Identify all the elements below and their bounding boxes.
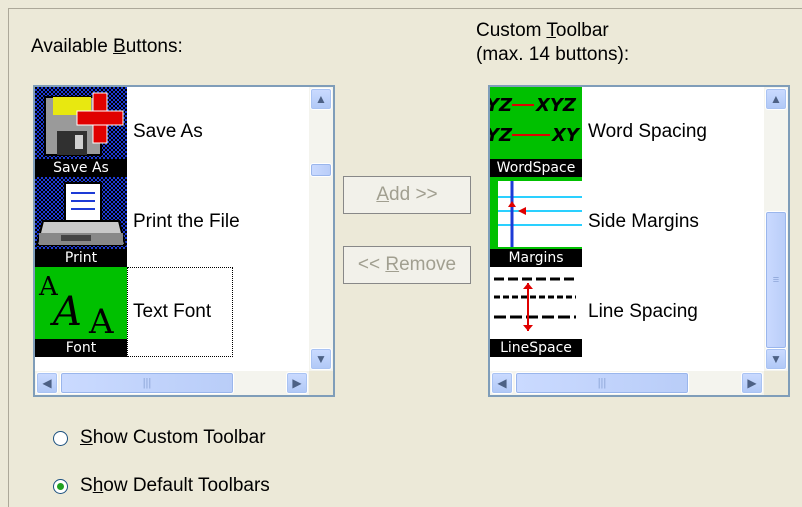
item-caption: Font [35, 339, 127, 357]
show-default-toolbars-label: Show Default Toolbars [80, 475, 270, 496]
list-item[interactable]: YZ XYZ YZ XY WordSpace Word Spacing [490, 87, 764, 177]
available-horizontal-scrollbar[interactable]: ◀ ||| ▶ [35, 371, 309, 395]
item-caption: Save As [35, 159, 127, 177]
list-item[interactable]: A A A Font Text Font [35, 267, 309, 357]
svg-text:A: A [49, 289, 82, 335]
custom-toolbar-label: Custom Toolbar [476, 20, 609, 41]
scroll-corner [309, 371, 333, 395]
svg-text:XY: XY [551, 125, 581, 146]
line-spacing-icon: LineSpace [490, 267, 582, 357]
margins-icon: Margins [490, 177, 582, 267]
item-label: Save As [133, 121, 203, 142]
item-caption: WordSpace [490, 159, 582, 177]
custom-horizontal-scrollbar[interactable]: ◀ ||| ▶ [490, 371, 764, 395]
custom-toolbar-list[interactable]: YZ XYZ YZ XY WordSpace Word Spacing [488, 85, 790, 397]
available-buttons-label: Available Buttons: [31, 36, 183, 57]
item-label: Word Spacing [588, 121, 707, 142]
item-caption: Print [35, 249, 127, 267]
available-items: Save As Save As Print Print the File A A… [35, 87, 309, 371]
scroll-up-icon[interactable]: ▲ [310, 88, 332, 110]
scroll-down-icon[interactable]: ▼ [765, 348, 787, 370]
radio-circle[interactable] [53, 430, 68, 446]
grip-icon: ||| [142, 377, 152, 389]
scroll-right-icon[interactable]: ▶ [741, 372, 763, 394]
add-button-label: Add >> [376, 184, 438, 205]
font-icon: A A A Font [35, 267, 127, 357]
svg-text:XYZ: XYZ [535, 95, 577, 116]
item-label: Line Spacing [588, 301, 698, 322]
radio-circle[interactable] [53, 478, 68, 494]
svg-text:YZ: YZ [490, 95, 513, 116]
scroll-left-icon[interactable]: ◀ [36, 372, 58, 394]
show-custom-toolbar-radio[interactable]: Show Custom Toolbar [53, 427, 266, 449]
available-hscroll-thumb[interactable]: ||| [60, 372, 234, 394]
item-label: Text Font [133, 301, 212, 322]
list-item[interactable]: Margins Side Margins [490, 177, 764, 267]
item-caption: Margins [490, 249, 582, 267]
custom-toolbar-limit-label: (max. 14 buttons): [476, 44, 630, 65]
scroll-right-icon[interactable]: ▶ [286, 372, 308, 394]
remove-button[interactable]: << Remove [343, 246, 471, 284]
custom-hscroll-thumb[interactable]: ||| [515, 372, 689, 394]
svg-text:A: A [88, 302, 114, 342]
radio-selected-dot [57, 482, 64, 490]
save-as-icon: Save As [35, 87, 127, 177]
list-item[interactable]: LineSpace Line Spacing [490, 267, 764, 357]
item-label: Side Margins [588, 211, 699, 232]
item-caption: LineSpace [490, 339, 582, 357]
show-custom-toolbar-label: Show Custom Toolbar [80, 427, 266, 448]
available-buttons-list[interactable]: Save As Save As Print Print the File A A… [33, 85, 335, 397]
scroll-left-icon[interactable]: ◀ [491, 372, 513, 394]
scroll-down-icon[interactable]: ▼ [310, 348, 332, 370]
add-button[interactable]: Add >> [343, 176, 471, 214]
item-label: Print the File [133, 211, 240, 232]
list-item[interactable]: Save As Save As [35, 87, 309, 177]
custom-vertical-scrollbar[interactable]: ▲ ≡ ▼ [764, 87, 788, 371]
available-vertical-scrollbar[interactable]: ▲ ▼ [309, 87, 333, 371]
scroll-corner [764, 371, 788, 395]
show-default-toolbars-radio[interactable]: Show Default Toolbars [53, 475, 270, 497]
available-vscroll-thumb[interactable] [310, 163, 332, 177]
svg-text:YZ: YZ [490, 125, 513, 146]
remove-button-label: << Remove [357, 254, 457, 275]
grip-icon: ||| [597, 377, 607, 389]
list-item[interactable]: Print Print the File [35, 177, 309, 267]
scroll-up-icon[interactable]: ▲ [765, 88, 787, 110]
grip-icon: ≡ [772, 274, 780, 286]
word-spacing-icon: YZ XYZ YZ XY WordSpace [490, 87, 582, 177]
custom-vscroll-thumb[interactable]: ≡ [765, 211, 787, 349]
printer-icon: Print [35, 177, 127, 267]
custom-items: YZ XYZ YZ XY WordSpace Word Spacing [490, 87, 764, 371]
